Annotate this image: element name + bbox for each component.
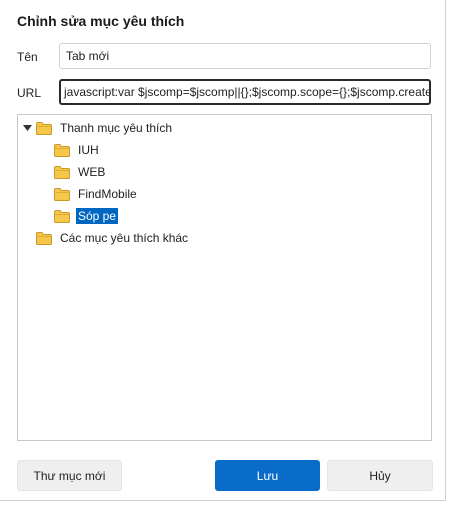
folder-icon xyxy=(54,209,70,223)
dialog-title: Chỉnh sửa mục yêu thích xyxy=(17,13,185,29)
tree-node-label: IUH xyxy=(78,143,99,157)
folder-icon xyxy=(54,165,70,179)
tree-node-label-selected: Sóp pe xyxy=(76,208,119,224)
folder-icon xyxy=(36,121,52,135)
url-input[interactable]: javascript:var $jscomp=$jscomp||{};$jsco… xyxy=(59,79,431,105)
edit-favorite-dialog: Chỉnh sửa mục yêu thích Tên Tab mới URL … xyxy=(0,0,446,501)
folder-icon xyxy=(54,143,70,157)
tree-node-label: Thanh mục yêu thích xyxy=(60,121,173,135)
tree-node-favorites-bar[interactable]: Thanh mục yêu thích xyxy=(22,119,174,137)
tree-node-web[interactable]: WEB xyxy=(54,163,107,181)
folder-icon xyxy=(54,187,70,201)
tree-node-iuh[interactable]: IUH xyxy=(54,141,101,159)
name-label: Tên xyxy=(17,50,38,64)
expand-arrow-icon[interactable] xyxy=(22,123,32,133)
tree-node-other-favorites[interactable]: Các mục yêu thích khác xyxy=(36,229,190,247)
tree-node-label: Các mục yêu thích khác xyxy=(60,231,189,245)
tree-node-label: WEB xyxy=(78,165,106,179)
url-label: URL xyxy=(17,86,42,100)
tree-node-findmobile[interactable]: FindMobile xyxy=(54,185,139,203)
tree-node-sop-pe[interactable]: Sóp pe xyxy=(54,207,119,225)
tree-node-label: FindMobile xyxy=(78,187,137,201)
cancel-button[interactable]: Hủy xyxy=(327,460,433,491)
save-button[interactable]: Lưu xyxy=(215,460,320,491)
folder-icon xyxy=(36,231,52,245)
folder-tree[interactable]: Thanh mục yêu thích IUH WEB FindMobile S… xyxy=(17,114,432,441)
name-input[interactable]: Tab mới xyxy=(59,43,431,69)
new-folder-button[interactable]: Thư mục mới xyxy=(17,460,122,491)
